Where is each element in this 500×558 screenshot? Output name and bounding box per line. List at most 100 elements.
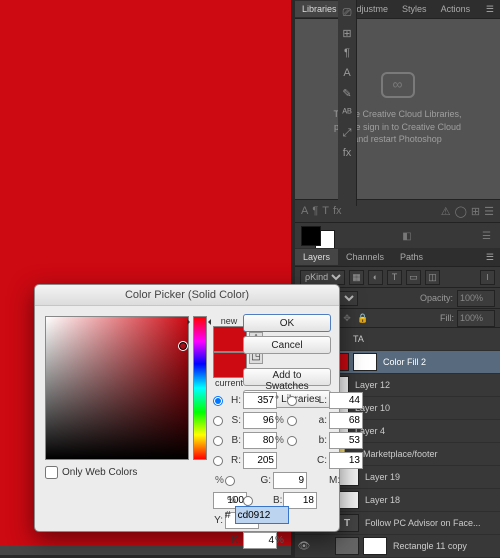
layer-name[interactable]: Layer 18 (361, 495, 400, 505)
fx-icon[interactable]: fx (333, 205, 342, 217)
input-h[interactable] (243, 392, 277, 409)
radio-g[interactable] (225, 476, 235, 486)
fill-label: Fill: (440, 313, 454, 323)
tab-actions[interactable]: Actions (434, 1, 478, 17)
input-r[interactable] (243, 452, 277, 469)
filter-adjust-icon[interactable]: ◐ (368, 270, 383, 285)
input-k[interactable] (243, 532, 277, 549)
dock-icon[interactable]: fx (340, 146, 354, 160)
foreground-swatch[interactable] (301, 226, 321, 246)
panel-menu-icon[interactable]: ☰ (480, 4, 500, 15)
swatch-menu-icon[interactable]: ☰ (479, 231, 494, 242)
dock-icon[interactable]: ⊞ (340, 26, 354, 40)
layer-name[interactable]: TA (349, 334, 364, 344)
radio-l[interactable] (287, 396, 297, 406)
lock-position-icon[interactable]: ✥ (341, 312, 354, 325)
radio-s[interactable] (213, 416, 223, 426)
unit-deg: ° (273, 395, 283, 406)
dock-icon[interactable]: ⎚ (340, 6, 354, 20)
label-l: L: (299, 395, 329, 406)
current-color-swatch[interactable] (213, 352, 247, 378)
layer-name[interactable]: Follow PC Advisor on Face... (361, 518, 481, 528)
layer-name[interactable]: Layer 19 (361, 472, 400, 482)
unit-pct: % (273, 535, 283, 546)
warning-icon[interactable]: ⚠ (441, 205, 451, 218)
input-s[interactable] (243, 412, 277, 429)
label-m: M: (329, 475, 341, 486)
hex-row: # (225, 506, 289, 524)
lock-all-icon[interactable]: 🔒 (357, 312, 370, 325)
dock-icon[interactable]: ¶ (340, 46, 354, 60)
paragraph-icon[interactable]: ¶ (312, 205, 318, 217)
dock-icon[interactable]: ✎ (340, 86, 354, 100)
saturation-value-box[interactable] (45, 316, 189, 460)
tab-channels[interactable]: Channels (338, 249, 392, 265)
circle-icon[interactable]: ◯ (455, 205, 467, 218)
dock-strip[interactable]: ⎚ ⊞ ¶ A ✎ ᴬᴮ ⤢ fx (338, 0, 357, 206)
input-bval[interactable] (243, 432, 277, 449)
layer-name[interactable]: Color Fill 2 (379, 357, 426, 367)
label-lb: b: (299, 435, 329, 446)
dock-icon[interactable]: ᴬᴮ (340, 106, 354, 120)
tab-styles[interactable]: Styles (395, 1, 434, 17)
current-label: current (213, 378, 245, 388)
unit-pct: % (273, 435, 283, 446)
dock-icon[interactable]: A (340, 66, 354, 80)
label-r: R: (225, 455, 243, 466)
only-web-colors-label: Only Web Colors (62, 467, 137, 478)
label-a: a: (299, 415, 329, 426)
input-c[interactable] (329, 452, 363, 469)
color-picker-dialog[interactable]: Color Picker (Solid Color) new current ⚠… (34, 284, 340, 532)
hue-slider[interactable] (193, 316, 207, 460)
layer-mask-thumb[interactable] (363, 537, 387, 555)
input-a[interactable] (329, 412, 363, 429)
ok-button[interactable]: OK (243, 314, 331, 332)
panel-menu-icon[interactable]: ☰ (484, 205, 494, 218)
only-web-colors-input[interactable] (45, 466, 58, 479)
filter-shape-icon[interactable]: ▭ (406, 270, 421, 285)
layer-name[interactable]: Rectangle 11 copy (389, 541, 467, 551)
add-to-swatches-button[interactable]: Add to Swatches (243, 368, 331, 386)
character-panel-collapsed[interactable]: A ¶ T fx ⚠ ◯ ⊞ ☰ (295, 199, 500, 223)
unit-pct: % (273, 415, 283, 426)
char-icon[interactable]: A (301, 205, 308, 217)
cancel-button[interactable]: Cancel (243, 336, 331, 354)
layer-mask-thumb[interactable] (353, 353, 377, 371)
filter-smart-icon[interactable]: ◫ (425, 270, 440, 285)
new-label: new (213, 316, 245, 326)
unit-pct: % (213, 475, 225, 486)
swatch-menu-icon[interactable]: ◧ (399, 231, 414, 242)
layer-kind-select[interactable]: ρKind (300, 270, 345, 285)
filter-toggle-icon[interactable]: ⏽ (480, 270, 495, 285)
radio-b[interactable] (213, 436, 223, 446)
new-color-swatch[interactable] (213, 326, 247, 352)
label-bb: B: (273, 495, 283, 506)
input-g[interactable] (273, 472, 307, 489)
radio-lb[interactable] (287, 436, 297, 446)
input-l[interactable] (329, 392, 363, 409)
layer-name[interactable]: Marketplace/footer (359, 449, 438, 459)
radio-r[interactable] (213, 456, 223, 466)
color-swatch-row: ◧ ☰ (295, 223, 500, 250)
filter-pixel-icon[interactable]: ▦ (349, 270, 364, 285)
sv-cursor[interactable] (178, 341, 188, 351)
radio-h[interactable] (213, 396, 223, 406)
tab-layers[interactable]: Layers (295, 249, 338, 265)
tab-libraries[interactable]: Libraries (295, 1, 344, 17)
color-value-grid: H:° L: S:% a: B:% b: R: C:% G: M:% B: Y:… (213, 392, 363, 549)
filter-type-icon[interactable]: T (387, 270, 402, 285)
layer-name[interactable]: Layer 12 (351, 380, 390, 390)
type-icon[interactable]: T (322, 205, 329, 217)
input-lb[interactable] (329, 432, 363, 449)
dock-icon[interactable]: ⤢ (340, 126, 354, 140)
opacity-input[interactable] (457, 290, 495, 307)
fill-input[interactable] (457, 310, 495, 327)
tab-paths[interactable]: Paths (392, 249, 431, 265)
grid-icon[interactable]: ⊞ (471, 205, 480, 218)
radio-bb[interactable] (243, 496, 253, 506)
panel-menu-icon[interactable]: ☰ (480, 252, 500, 263)
radio-a[interactable] (287, 416, 297, 426)
hex-input[interactable] (235, 506, 289, 524)
cc-message-line: and restart Photoshop (353, 133, 442, 146)
only-web-colors-checkbox[interactable]: Only Web Colors (45, 466, 137, 479)
